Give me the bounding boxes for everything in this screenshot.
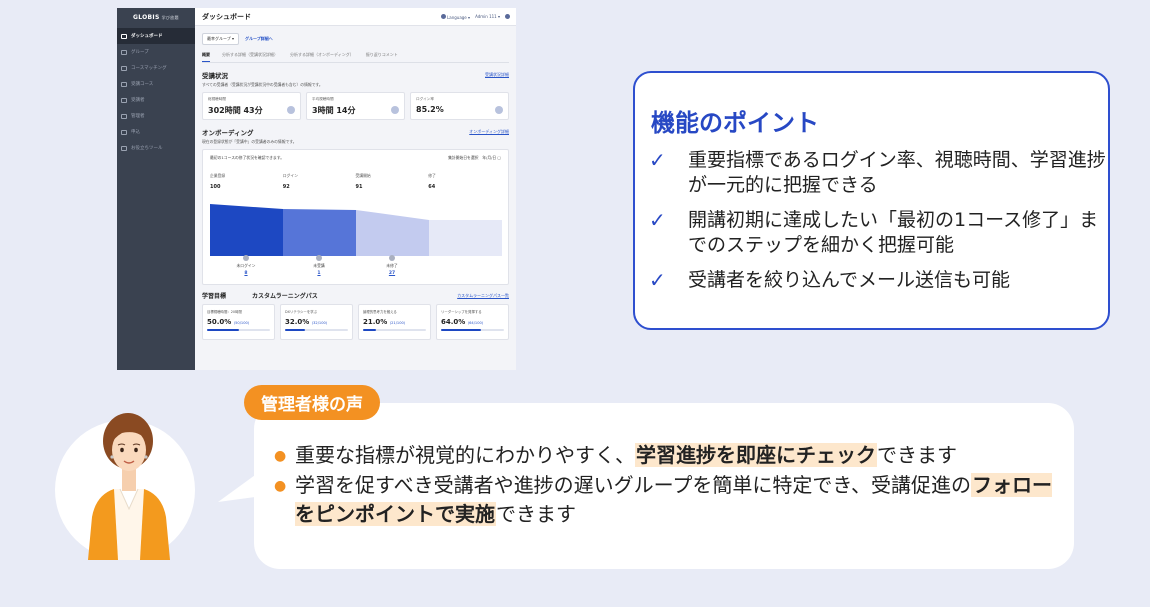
tab-overview[interactable]: 概要 [202, 52, 210, 62]
language-select[interactable]: Language ▾ [440, 13, 470, 20]
funnel-segment-started [356, 210, 429, 256]
group-icon [121, 49, 127, 55]
folder-icon [121, 81, 127, 87]
group-detail-link[interactable]: グループ詳細へ [245, 36, 273, 42]
tab-onboarding-detail[interactable]: 分析する詳細（オンボーディング） [290, 52, 354, 62]
clock-icon [287, 106, 295, 114]
status-title: 受講状況 [202, 72, 228, 80]
kpi-row: 総視聴時間 302時間 43分 平均視聴時間 3時間 14分 ログイン率 85.2% [202, 92, 509, 120]
check-icon: ✓ [649, 208, 666, 232]
goal-card[interactable]: DXリテラシーを学ぶ 32.0% (32/100) [280, 304, 353, 340]
dashboard-icon [121, 33, 127, 39]
onboarding-title: オンボーディング [202, 129, 254, 137]
main-content: 最幸グループ ▾ グループ詳細へ 概要 分析する詳細（受講状況詳細） 分析する詳… [195, 26, 516, 370]
matching-icon [121, 65, 127, 71]
feature-title: 機能のポイント [651, 109, 819, 137]
dropoff-icon [243, 255, 249, 261]
feature-point: ✓ 受講者を絞り込んでメール送信も可能 [649, 268, 1011, 292]
sidebar-nav: ダッシュボード グループ コースマッチング 受講コース 受講者 管理者 申込 お… [117, 28, 195, 156]
voice-item: ● 重要な指標が視覚的にわかりやすく、学習進捗を即座にチェックできます [274, 441, 1064, 471]
funnel-chart [210, 204, 502, 256]
feature-point: ✓ 開講初期に達成したい「最初の1コース修了」までのステップを細かく把握可能 [649, 208, 1099, 256]
user-menu[interactable]: Admin 111 ▾ [475, 14, 500, 19]
bullet-icon: ● [274, 448, 287, 464]
voice-item: ● 学習を促すべき受講者や進捗の遅いグループを簡単に特定でき、受講促進のフォロー… [274, 471, 1064, 529]
admin-avatar-illustration [88, 413, 170, 560]
voice-speech-bubble: ● 重要な指標が視覚的にわかりやすく、学習進捗を即座にチェックできます ● 学習… [254, 403, 1074, 569]
stage-started: 受講開始 91 [355, 173, 371, 190]
onboarding-desc: 現在の登録状態が「受講中」の受講者のみの情報です。 [202, 139, 297, 144]
list-icon [121, 129, 127, 135]
stage-completed: 修了 64 [428, 173, 436, 190]
onboarding-detail-link[interactable]: オンボーディング詳細 [469, 129, 509, 135]
feature-point: ✓ 重要指標であるログイン率、視聴時間、学習進捗が一元的に把握できる [649, 148, 1106, 196]
funnel-segment-registered [210, 204, 283, 256]
progress-fill [285, 329, 306, 331]
stage-login: ログイン 92 [282, 173, 298, 190]
sidebar-item-dashboard[interactable]: ダッシュボード [117, 28, 195, 44]
progress-fill [207, 329, 239, 331]
goal-card[interactable]: 目標視聴時間：20時間 50.0% (50/100) [202, 304, 275, 340]
goal-card[interactable]: リーダーシップを発揮する 64.0% (64/100) [436, 304, 509, 340]
login-icon [495, 106, 503, 114]
users-icon [121, 97, 127, 103]
voice-list: ● 重要な指標が視覚的にわかりやすく、学習進捗を即座にチェックできます ● 学習… [274, 441, 1064, 529]
highlight-text: 学習進捗を即座にチェック [635, 443, 877, 467]
check-icon: ✓ [649, 148, 666, 172]
kpi-total-time: 総視聴時間 302時間 43分 [202, 92, 301, 120]
custom-path-link[interactable]: カスタムラーニングパス一覧 [457, 293, 509, 299]
voice-title-badge: 管理者様の声 [244, 385, 380, 420]
stage-registered: 企業登録 100 [210, 173, 226, 190]
dropoff-not-logged-in[interactable]: 未ログイン 8 [226, 255, 266, 276]
page-title: ダッシュボード [202, 12, 251, 21]
dropoff-not-completed[interactable]: 未修了 27 [372, 255, 412, 276]
dropoff-icon [389, 255, 395, 261]
group-select[interactable]: 最幸グループ ▾ [202, 33, 240, 45]
date-picker[interactable]: 集計開始日を選択 年/月/日 ▢ [448, 155, 501, 161]
status-detail-link[interactable]: 受講状況詳細 [485, 72, 509, 78]
tab-comments[interactable]: 振り返りコメント [366, 52, 398, 62]
funnel-title: 最初の1コースの修了状況を確認できます。 [210, 155, 284, 160]
sidebar: GLOBIS 学び放題 ダッシュボード グループ コースマッチング 受講コース 受… [117, 8, 195, 370]
dropoff-not-started[interactable]: 未受講 1 [299, 255, 339, 276]
user-icon [391, 106, 399, 114]
bullet-icon: ● [274, 478, 287, 494]
feature-list: ✓ 重要指標であるログイン率、視聴時間、学習進捗が一元的に把握できる ✓ 開講初期に… [647, 148, 1107, 304]
goals-title: 学習目標 [202, 293, 227, 300]
goal-cards: 目標視聴時間：20時間 50.0% (50/100) DXリテラシーを学ぶ 32.0… [202, 304, 509, 340]
kpi-average-time: 平均視聴時間 3時間 14分 [306, 92, 405, 120]
funnel-segment-completed [429, 220, 502, 256]
tab-status-detail[interactable]: 分析する詳細（受講状況詳細） [222, 52, 278, 62]
sidebar-item-tools[interactable]: お役立ちツール [117, 140, 195, 156]
goal-card[interactable]: 論理的思考力を鍛える 21.0% (21/100) [358, 304, 431, 340]
funnel-segment-login [283, 209, 356, 256]
tab-bar: 概要 分析する詳細（受講状況詳細） 分析する詳細（オンボーディング） 振り返りコ… [202, 52, 509, 63]
sidebar-item-course-matching[interactable]: コースマッチング [117, 60, 195, 76]
custom-path-title: カスタムラーニングパス [252, 293, 318, 300]
sidebar-item-applications[interactable]: 申込 [117, 124, 195, 140]
dropoff-icon [316, 255, 322, 261]
admin-icon [121, 113, 127, 119]
check-icon: ✓ [649, 268, 666, 292]
status-desc: すべての受講者（受講状況が受講状況中の受講者も含む）の情報です。 [202, 82, 323, 87]
sidebar-item-learners[interactable]: 受講者 [117, 92, 195, 108]
feature-callout: 機能のポイント ✓ 重要指標であるログイン率、視聴時間、学習進捗が一元的に把握でき… [633, 71, 1110, 330]
globe-icon [440, 13, 446, 19]
kpi-login-rate: ログイン率 85.2% [410, 92, 509, 120]
dashboard-screenshot: GLOBIS 学び放題 ダッシュボード グループ コースマッチング 受講コース 受… [117, 8, 516, 370]
progress-fill [363, 329, 377, 331]
sidebar-item-group[interactable]: グループ [117, 44, 195, 60]
onboarding-funnel: 最初の1コースの修了状況を確認できます。 集計開始日を選択 年/月/日 ▢ 企業… [202, 149, 509, 285]
sidebar-item-admins[interactable]: 管理者 [117, 108, 195, 124]
progress-fill [441, 329, 482, 331]
topbar: ダッシュボード Language ▾ Admin 111 ▾ [195, 8, 516, 26]
tools-icon [121, 145, 127, 151]
bell-icon[interactable] [505, 14, 510, 19]
sidebar-item-courses[interactable]: 受講コース [117, 76, 195, 92]
brand-logo: GLOBIS 学び放題 [133, 14, 179, 21]
